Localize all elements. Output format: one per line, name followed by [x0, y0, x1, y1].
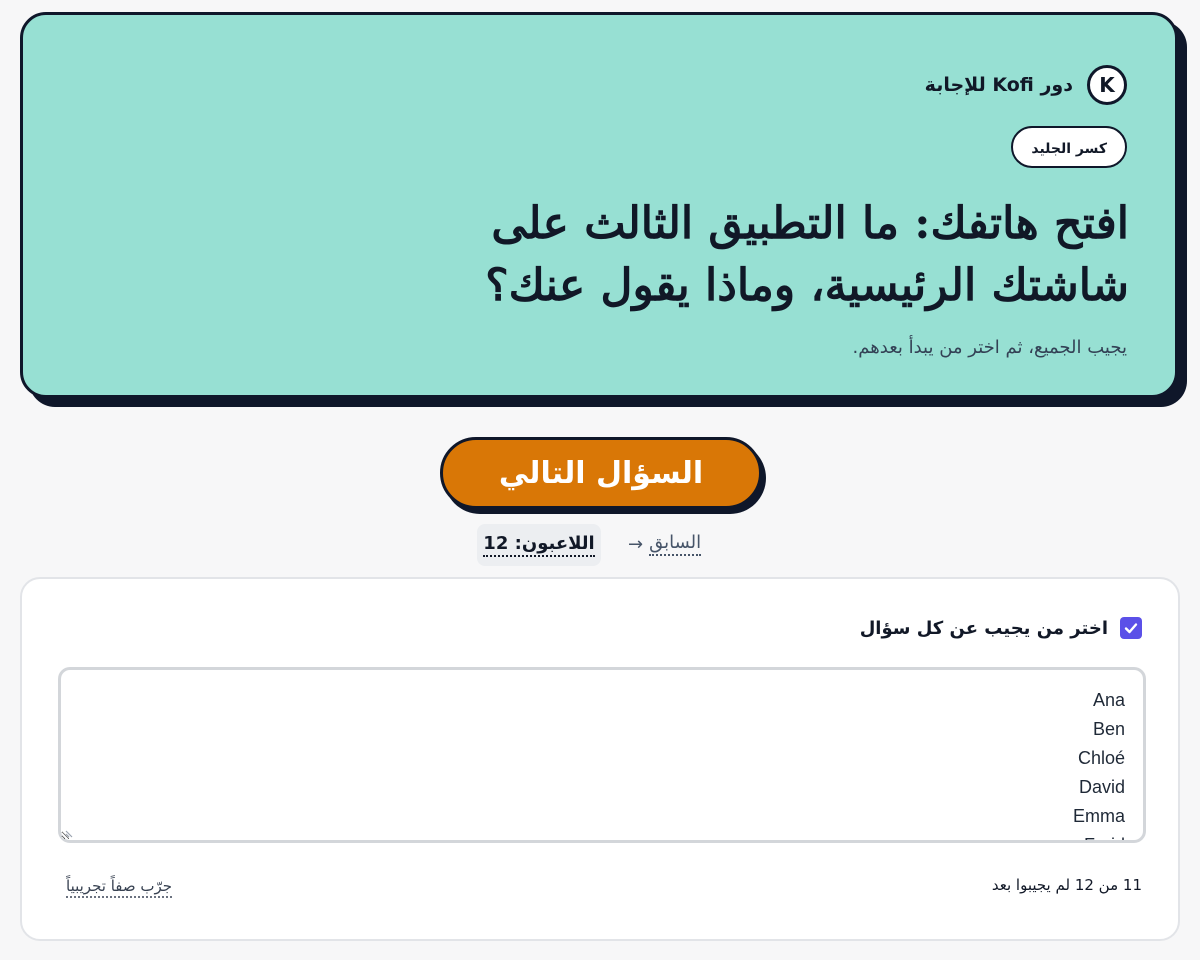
question-hint: يجيب الجميع، ثم اختر من يبدأ بعدهم. — [852, 337, 1127, 358]
turn-indicator: K دور Kofi للإجابة — [925, 65, 1127, 105]
resize-grip-icon[interactable] — [65, 828, 75, 838]
question-line-2: شاشتك الرئيسية، وماذا يقول عنك؟ — [485, 260, 1129, 311]
previous-question-link[interactable]: السابق → — [628, 532, 702, 556]
question-card: K دور Kofi للإجابة كسر الجليد افتح هاتفك… — [20, 12, 1178, 398]
avatar: K — [1087, 65, 1127, 105]
player-name: David — [1078, 777, 1125, 797]
checkmark-icon — [1124, 623, 1138, 634]
next-question-button[interactable]: السؤال التالي — [440, 437, 762, 509]
turn-text: دور Kofi للإجابة — [924, 74, 1073, 96]
remaining-count: 11 من 12 لم يجيبوا بعد — [991, 876, 1142, 894]
player-name: Ana — [1092, 690, 1125, 710]
player-name: Ben — [1092, 719, 1125, 739]
players-count-button[interactable]: اللاعبون: 12 — [477, 524, 601, 566]
arrow-right-icon: → — [628, 533, 644, 555]
question-text: افتح هاتفك: ما التطبيق الثالث على شاشتك … — [89, 193, 1129, 317]
try-sample-row-link[interactable]: جرّب صفاً تجريبياً — [66, 876, 173, 898]
player-name: Emma — [1072, 806, 1125, 826]
player-names-textarea[interactable]: Ana Ben Chloé David Emma Farid — [58, 667, 1146, 843]
pick-answerer-checkbox[interactable] — [1120, 617, 1142, 639]
pick-answerer-option[interactable]: اختر من يجيب عن كل سؤال — [860, 617, 1142, 639]
players-count-label: اللاعبون: 12 — [483, 533, 595, 557]
question-line-1: افتح هاتفك: ما التطبيق الثالث على — [491, 198, 1129, 249]
player-name: Farid — [79, 831, 1125, 840]
pick-answerer-label: اختر من يجيب عن كل سؤال — [859, 617, 1108, 639]
players-panel: اختر من يجيب عن كل سؤال Ana Ben Chloé Da… — [20, 577, 1180, 941]
player-name: Chloé — [1077, 748, 1125, 768]
category-badge: كسر الجليد — [1011, 126, 1127, 168]
previous-label: السابق — [649, 532, 702, 556]
